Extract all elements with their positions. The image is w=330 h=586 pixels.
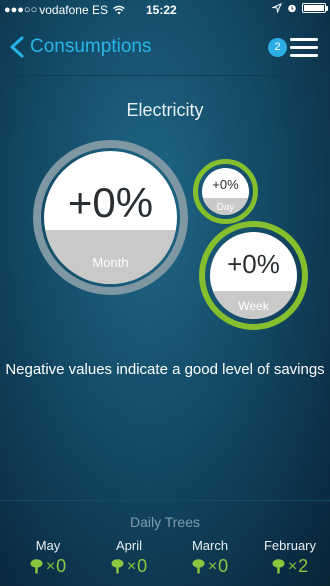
daily-trees-title: Daily Trees — [129, 514, 201, 530]
tree-item-month: February — [263, 538, 317, 553]
tree-item-count: 2 — [298, 556, 309, 576]
tree-item-april: April × 0 — [89, 538, 169, 577]
tree-item-march: March × 0 — [170, 538, 250, 577]
tree-item-times: × — [45, 557, 56, 575]
tree-item-may: May × 0 — [8, 538, 88, 577]
back-button[interactable]: Consumptions — [8, 36, 151, 58]
week-gauge[interactable]: +0% Week — [199, 221, 308, 330]
month-gauge[interactable]: +0% Month — [33, 140, 188, 295]
tree-item-count: 0 — [218, 556, 229, 576]
tree-item-times: × — [126, 557, 137, 575]
day-gauge-label: Day — [216, 202, 235, 213]
tree-icon — [272, 559, 285, 574]
tree-icon — [192, 559, 205, 574]
section-title: Electricity — [126, 100, 204, 120]
tree-item-month: March — [191, 538, 229, 553]
notification-badge[interactable]: 2 — [268, 38, 287, 57]
month-gauge-label: Month — [92, 255, 129, 270]
tree-item-month: April — [115, 538, 142, 553]
tree-item-count: 0 — [137, 556, 148, 576]
tree-item-count: 0 — [56, 556, 67, 576]
daily-trees-row: May × 0 April × 0 March × 0 February × 2 — [0, 538, 330, 578]
tree-item-february: February × 2 — [250, 538, 330, 577]
day-gauge[interactable]: +0% Day — [193, 159, 258, 224]
status-clock: 15:22 — [146, 3, 177, 17]
location-arrow-icon — [272, 3, 282, 13]
tree-item-times: × — [287, 557, 298, 575]
savings-note: Negative values indicate a good level of… — [5, 361, 325, 378]
carrier-name: vodafone ES — [39, 3, 108, 17]
tree-icon — [30, 559, 43, 574]
status-left: ●●●○○ vodafone ES — [4, 3, 125, 17]
tree-item-month: May — [35, 538, 61, 553]
tree-icon — [111, 559, 124, 574]
day-gauge-face: +0% Day — [202, 168, 249, 215]
chevron-left-icon — [10, 36, 24, 58]
week-gauge-label: Week — [238, 299, 269, 313]
month-gauge-value: +0% — [67, 179, 154, 226]
status-right — [272, 3, 328, 13]
day-gauge-value: +0% — [212, 177, 239, 192]
signal-strength-icon: ●●●○○ — [4, 4, 38, 16]
status-bar: ●●●○○ vodafone ES 15:22 — [0, 0, 330, 20]
week-gauge-value: +0% — [227, 249, 280, 279]
wifi-icon — [113, 5, 125, 15]
tree-item-times: × — [207, 557, 218, 575]
hamburger-menu-icon[interactable] — [290, 38, 318, 58]
month-gauge-face: +0% Month — [44, 151, 177, 284]
battery-icon — [302, 3, 328, 13]
alarm-clock-icon — [288, 4, 296, 13]
footer-divider — [0, 500, 330, 501]
back-button-label: Consumptions — [30, 36, 152, 57]
week-gauge-face: +0% Week — [210, 232, 297, 319]
